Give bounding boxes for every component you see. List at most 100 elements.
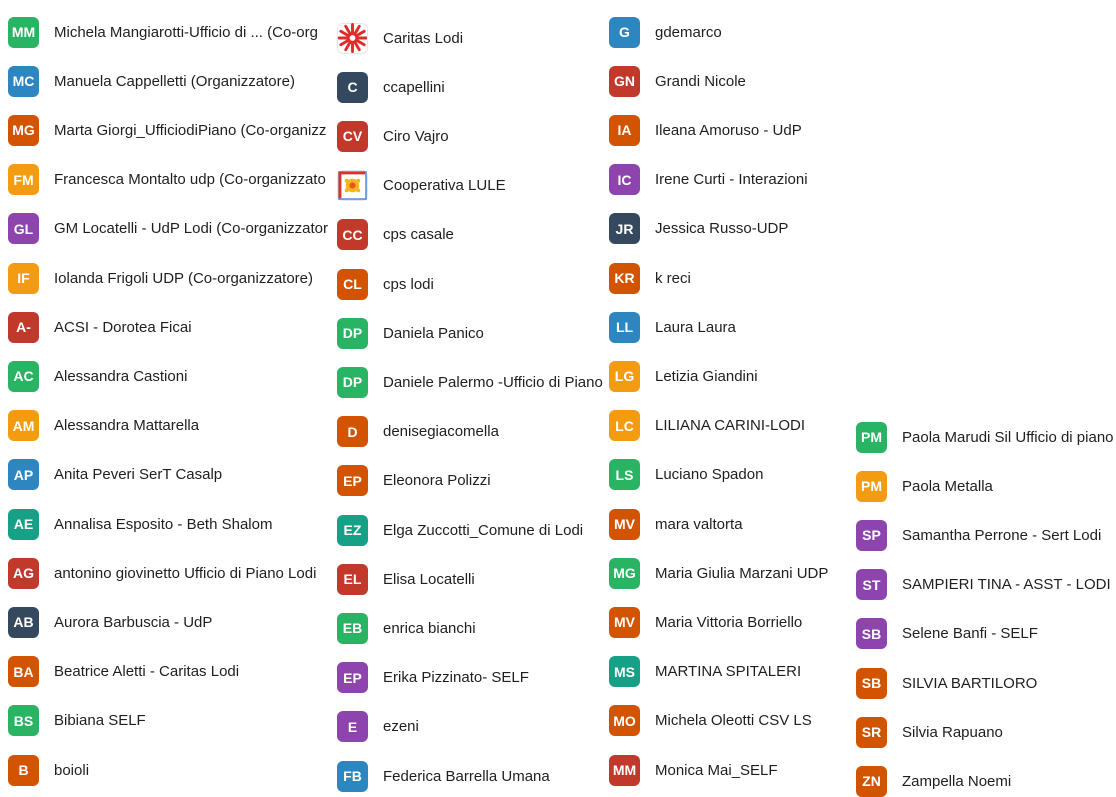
participant-item[interactable]: MO Michela Oleotti CSV LS xyxy=(609,705,812,737)
participant-item[interactable]: CV Ciro Vajro xyxy=(337,120,449,152)
participant-name: Elisa Locatelli xyxy=(383,570,475,588)
participant-name: Ileana Amoruso - UdP xyxy=(655,121,802,139)
participant-item[interactable]: EZ Elga Zuccotti_Comune di Lodi xyxy=(337,514,583,546)
participant-item[interactable]: MS MARTINA SPITALERI xyxy=(609,656,802,688)
participant-item[interactable]: LC LILIANA CARINI-LODI xyxy=(609,410,806,442)
avatar: MG xyxy=(8,114,39,146)
participant-item[interactable]: AG antonino giovinetto Ufficio di Piano L… xyxy=(8,557,316,589)
participant-item[interactable]: ST SAMPIERI TINA - ASST - LODI xyxy=(856,569,1111,601)
participant-item[interactable]: AM Alessandra Mattarella xyxy=(8,410,199,442)
participant-item[interactable]: IC Irene Curti - Interazioni xyxy=(609,164,808,196)
participant-item[interactable]: KR k reci xyxy=(609,262,691,294)
avatar: JR xyxy=(609,213,640,245)
participant-item[interactable]: SR Silvia Rapuano xyxy=(856,716,1003,748)
participant-item[interactable]: CL cps lodi xyxy=(337,268,434,300)
avatar: AG xyxy=(8,557,39,589)
participant-item[interactable]: Ddenisegiacomella xyxy=(337,416,499,448)
participant-item[interactable]: Caritas Lodi xyxy=(337,22,463,54)
participant-item[interactable]: PM Paola Metalla xyxy=(856,470,993,502)
participant-name: Beatrice Aletti - Caritas Lodi xyxy=(54,663,240,681)
participant-item[interactable]: MC Manuela Cappelletti (Organizzatore) xyxy=(8,65,295,97)
avatar: KR xyxy=(609,262,640,294)
participant-item[interactable]: SP Samantha Perrone - Sert Lodi xyxy=(856,519,1101,551)
participant-item[interactable]: MV Maria Vittoria Borriello xyxy=(609,606,803,638)
participant-name: cps casale xyxy=(383,226,454,244)
participant-item[interactable]: GN Grandi Nicole xyxy=(609,65,746,97)
lule-logo-icon xyxy=(337,170,368,202)
avatar: EB xyxy=(337,612,368,644)
participant-name: Laura Laura xyxy=(655,318,736,336)
participant-name: Iolanda Frigoli UDP (Co-organizzatore) xyxy=(54,269,313,287)
participant-item[interactable]: AP Anita Peveri SerT Casalp xyxy=(8,459,223,491)
participant-item[interactable]: GL GM Locatelli - UdP Lodi (Co-organizzat… xyxy=(8,213,329,245)
avatar: LL xyxy=(609,311,640,343)
participant-item[interactable]: A- ACSI - Dorotea Ficai xyxy=(8,311,192,343)
avatar: E xyxy=(337,711,368,743)
avatar: CL xyxy=(337,268,368,300)
participant-item[interactable]: CC cps casale xyxy=(337,219,454,251)
participant-item[interactable]: DP Daniela Panico xyxy=(337,317,484,349)
participant-name: Maria Vittoria Borriello xyxy=(655,613,803,631)
participant-item[interactable]: AC Alessandra Castioni xyxy=(8,360,187,392)
participant-name: cps lodi xyxy=(383,275,434,293)
participant-name: denisegiacomella xyxy=(383,423,499,441)
participant-item[interactable]: Eezeni xyxy=(337,711,419,743)
participant-name: Manuela Cappelletti (Organizzatore) xyxy=(54,72,295,90)
participant-name: GM Locatelli - UdP Lodi (Co-organizzator xyxy=(54,220,329,238)
avatar: MM xyxy=(8,16,39,48)
participant-name: Marta Giorgi_UfficiodiPiano (Co-organizz xyxy=(54,121,327,139)
avatar: MM xyxy=(609,754,640,786)
participant-name: SILVIA BARTILORO xyxy=(902,674,1038,692)
participant-item[interactable]: LL Laura Laura xyxy=(609,311,736,343)
participant-item[interactable]: JR Jessica Russo-UDP xyxy=(609,213,789,245)
avatar: IA xyxy=(609,114,640,146)
participant-item[interactable]: LG Letizia Giandini xyxy=(609,360,758,392)
participant-item[interactable]: MG Marta Giorgi_UfficiodiPiano (Co-organi… xyxy=(8,114,327,146)
avatar: SB xyxy=(856,618,887,650)
participant-item[interactable]: MM Monica Mai_SELF xyxy=(609,754,778,786)
participant-name: Silvia Rapuano xyxy=(902,723,1003,741)
avatar: MC xyxy=(8,65,39,97)
participant-name: Anita Peveri SerT Casalp xyxy=(54,466,223,484)
avatar: ZN xyxy=(856,765,887,797)
participant-item[interactable]: MM Michela Mangiarotti-Ufficio di ... (Co… xyxy=(8,16,318,48)
participant-item[interactable]: FM Francesca Montalto udp (Co-organizzato xyxy=(8,164,326,196)
participant-item[interactable]: BS Bibiana SELF xyxy=(8,705,146,737)
avatar: D xyxy=(337,416,368,448)
participant-item[interactable]: Bboioli xyxy=(8,754,89,786)
avatar: LS xyxy=(609,459,640,491)
avatar: GN xyxy=(609,65,640,97)
participant-item[interactable]: EP Erika Pizzinato- SELF xyxy=(337,662,529,694)
participant-item[interactable]: Cooperativa LULE xyxy=(337,170,506,202)
avatar: EP xyxy=(337,465,368,497)
participant-item[interactable]: IF Iolanda Frigoli UDP (Co-organizzatore) xyxy=(8,262,313,294)
participant-item[interactable]: Ggdemarco xyxy=(609,16,722,48)
participant-name: Jessica Russo-UDP xyxy=(655,220,789,238)
participant-item[interactable]: PM Paola Marudi Sil Ufficio di piano xyxy=(856,421,1114,453)
participant-item[interactable]: EB enrica bianchi xyxy=(337,612,476,644)
participant-name: Eleonora Polizzi xyxy=(383,472,491,490)
participant-item[interactable]: AB Aurora Barbuscia - UdP xyxy=(8,606,212,638)
participant-name: ACSI - Dorotea Ficai xyxy=(54,318,192,336)
participant-name: Ciro Vajro xyxy=(383,127,449,145)
avatar: IC xyxy=(609,164,640,196)
participant-item[interactable]: SB Selene Banfi - SELF xyxy=(856,618,1038,650)
participant-item[interactable]: IA Ileana Amoruso - UdP xyxy=(609,114,802,146)
participant-item[interactable]: EP Eleonora Polizzi xyxy=(337,465,491,497)
avatar: SR xyxy=(856,716,887,748)
participant-item[interactable]: SB SILVIA BARTILORO xyxy=(856,667,1038,699)
participant-item[interactable]: DP Daniele Palermo -Ufficio di Piano xyxy=(337,366,603,398)
participant-name: MARTINA SPITALERI xyxy=(655,663,802,681)
participant-item[interactable]: MG Maria Giulia Marzani UDP xyxy=(609,557,828,589)
participant-item[interactable]: EL Elisa Locatelli xyxy=(337,563,475,595)
participant-item[interactable]: FB Federica Barrella Umana xyxy=(337,760,550,792)
participant-item[interactable]: AE Annalisa Esposito - Beth Shalom xyxy=(8,508,272,540)
participant-name: LILIANA CARINI-LODI xyxy=(655,417,806,435)
avatar: SB xyxy=(856,667,887,699)
participant-item[interactable]: BA Beatrice Aletti - Caritas Lodi xyxy=(8,656,240,688)
participant-item[interactable]: MV mara valtorta xyxy=(609,508,743,540)
participant-item[interactable]: Cccapellini xyxy=(337,71,445,103)
avatar: CV xyxy=(337,120,368,152)
avatar: AP xyxy=(8,459,39,491)
participant-item[interactable]: LS Luciano Spadon xyxy=(609,459,763,491)
